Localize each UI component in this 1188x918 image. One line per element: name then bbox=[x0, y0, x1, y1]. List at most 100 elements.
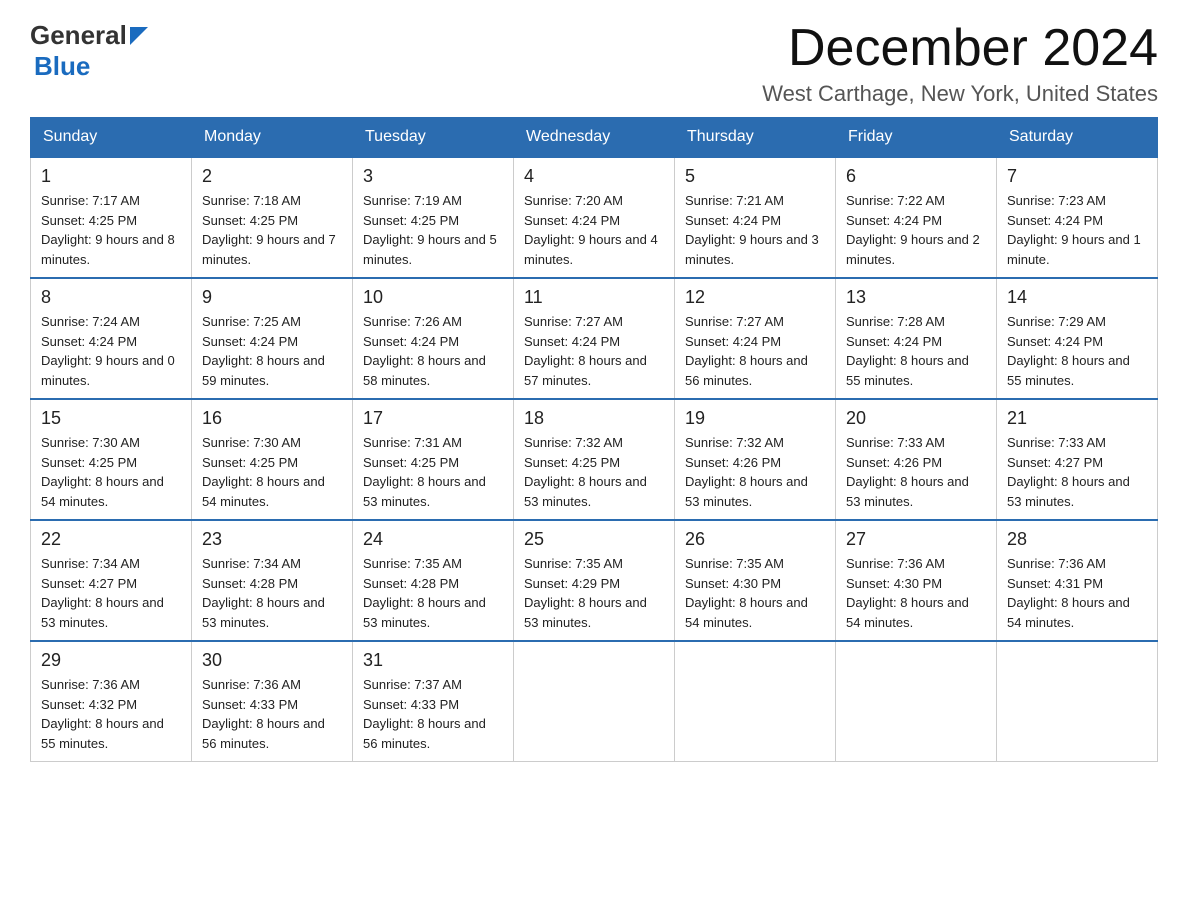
day-number: 5 bbox=[685, 166, 825, 187]
calendar-cell: 16 Sunrise: 7:30 AM Sunset: 4:25 PM Dayl… bbox=[192, 399, 353, 520]
calendar-cell: 22 Sunrise: 7:34 AM Sunset: 4:27 PM Dayl… bbox=[31, 520, 192, 641]
daylight-label: Daylight: 8 hours and 53 minutes. bbox=[1007, 474, 1130, 509]
sunrise-label: Sunrise: 7:26 AM bbox=[363, 314, 462, 329]
sunrise-label: Sunrise: 7:36 AM bbox=[846, 556, 945, 571]
day-info: Sunrise: 7:34 AM Sunset: 4:27 PM Dayligh… bbox=[41, 554, 181, 632]
calendar-cell: 19 Sunrise: 7:32 AM Sunset: 4:26 PM Dayl… bbox=[675, 399, 836, 520]
calendar-cell: 4 Sunrise: 7:20 AM Sunset: 4:24 PM Dayli… bbox=[514, 157, 675, 278]
sunrise-label: Sunrise: 7:25 AM bbox=[202, 314, 301, 329]
day-number: 15 bbox=[41, 408, 181, 429]
calendar-cell: 9 Sunrise: 7:25 AM Sunset: 4:24 PM Dayli… bbox=[192, 278, 353, 399]
logo-arrow-icon bbox=[130, 27, 148, 45]
sunset-label: Sunset: 4:24 PM bbox=[685, 334, 781, 349]
day-number: 17 bbox=[363, 408, 503, 429]
sunset-label: Sunset: 4:25 PM bbox=[41, 213, 137, 228]
daylight-label: Daylight: 8 hours and 53 minutes. bbox=[363, 595, 486, 630]
logo-blue-text: Blue bbox=[34, 51, 90, 82]
daylight-label: Daylight: 8 hours and 53 minutes. bbox=[41, 595, 164, 630]
calendar-cell: 27 Sunrise: 7:36 AM Sunset: 4:30 PM Dayl… bbox=[836, 520, 997, 641]
day-number: 28 bbox=[1007, 529, 1147, 550]
day-info: Sunrise: 7:29 AM Sunset: 4:24 PM Dayligh… bbox=[1007, 312, 1147, 390]
sunrise-label: Sunrise: 7:33 AM bbox=[846, 435, 945, 450]
day-info: Sunrise: 7:36 AM Sunset: 4:31 PM Dayligh… bbox=[1007, 554, 1147, 632]
calendar-week-row: 22 Sunrise: 7:34 AM Sunset: 4:27 PM Dayl… bbox=[31, 520, 1158, 641]
day-number: 24 bbox=[363, 529, 503, 550]
page-subtitle: West Carthage, New York, United States bbox=[762, 81, 1158, 107]
day-number: 19 bbox=[685, 408, 825, 429]
daylight-label: Daylight: 8 hours and 54 minutes. bbox=[41, 474, 164, 509]
sunset-label: Sunset: 4:28 PM bbox=[202, 576, 298, 591]
sunrise-label: Sunrise: 7:36 AM bbox=[41, 677, 140, 692]
daylight-label: Daylight: 8 hours and 56 minutes. bbox=[685, 353, 808, 388]
sunrise-label: Sunrise: 7:27 AM bbox=[685, 314, 784, 329]
calendar-table: SundayMondayTuesdayWednesdayThursdayFrid… bbox=[30, 117, 1158, 762]
sunset-label: Sunset: 4:24 PM bbox=[202, 334, 298, 349]
sunrise-label: Sunrise: 7:19 AM bbox=[363, 193, 462, 208]
calendar-cell: 31 Sunrise: 7:37 AM Sunset: 4:33 PM Dayl… bbox=[353, 641, 514, 762]
day-number: 7 bbox=[1007, 166, 1147, 187]
calendar-cell: 29 Sunrise: 7:36 AM Sunset: 4:32 PM Dayl… bbox=[31, 641, 192, 762]
daylight-label: Daylight: 9 hours and 0 minutes. bbox=[41, 353, 175, 388]
day-number: 31 bbox=[363, 650, 503, 671]
day-info: Sunrise: 7:37 AM Sunset: 4:33 PM Dayligh… bbox=[363, 675, 503, 753]
logo: General Blue bbox=[30, 20, 148, 82]
calendar-cell bbox=[675, 641, 836, 762]
sunrise-label: Sunrise: 7:33 AM bbox=[1007, 435, 1106, 450]
daylight-label: Daylight: 8 hours and 59 minutes. bbox=[202, 353, 325, 388]
sunset-label: Sunset: 4:24 PM bbox=[524, 334, 620, 349]
daylight-label: Daylight: 9 hours and 3 minutes. bbox=[685, 232, 819, 267]
day-info: Sunrise: 7:18 AM Sunset: 4:25 PM Dayligh… bbox=[202, 191, 342, 269]
day-number: 12 bbox=[685, 287, 825, 308]
day-number: 21 bbox=[1007, 408, 1147, 429]
day-number: 3 bbox=[363, 166, 503, 187]
calendar-cell bbox=[514, 641, 675, 762]
day-info: Sunrise: 7:30 AM Sunset: 4:25 PM Dayligh… bbox=[202, 433, 342, 511]
sunrise-label: Sunrise: 7:32 AM bbox=[685, 435, 784, 450]
day-info: Sunrise: 7:22 AM Sunset: 4:24 PM Dayligh… bbox=[846, 191, 986, 269]
daylight-label: Daylight: 8 hours and 53 minutes. bbox=[524, 595, 647, 630]
sunset-label: Sunset: 4:24 PM bbox=[846, 334, 942, 349]
calendar-cell: 12 Sunrise: 7:27 AM Sunset: 4:24 PM Dayl… bbox=[675, 278, 836, 399]
day-info: Sunrise: 7:25 AM Sunset: 4:24 PM Dayligh… bbox=[202, 312, 342, 390]
day-number: 2 bbox=[202, 166, 342, 187]
day-info: Sunrise: 7:30 AM Sunset: 4:25 PM Dayligh… bbox=[41, 433, 181, 511]
daylight-label: Daylight: 8 hours and 56 minutes. bbox=[202, 716, 325, 751]
sunrise-label: Sunrise: 7:20 AM bbox=[524, 193, 623, 208]
daylight-label: Daylight: 8 hours and 53 minutes. bbox=[685, 474, 808, 509]
daylight-label: Daylight: 9 hours and 1 minute. bbox=[1007, 232, 1141, 267]
sunrise-label: Sunrise: 7:34 AM bbox=[202, 556, 301, 571]
day-number: 9 bbox=[202, 287, 342, 308]
daylight-label: Daylight: 8 hours and 54 minutes. bbox=[202, 474, 325, 509]
daylight-label: Daylight: 8 hours and 55 minutes. bbox=[846, 353, 969, 388]
page-header: General Blue December 2024 West Carthage… bbox=[30, 20, 1158, 107]
calendar-cell: 25 Sunrise: 7:35 AM Sunset: 4:29 PM Dayl… bbox=[514, 520, 675, 641]
sunset-label: Sunset: 4:24 PM bbox=[1007, 213, 1103, 228]
sunrise-label: Sunrise: 7:30 AM bbox=[41, 435, 140, 450]
weekday-header-tuesday: Tuesday bbox=[353, 118, 514, 158]
daylight-label: Daylight: 8 hours and 54 minutes. bbox=[1007, 595, 1130, 630]
daylight-label: Daylight: 8 hours and 55 minutes. bbox=[1007, 353, 1130, 388]
daylight-label: Daylight: 9 hours and 8 minutes. bbox=[41, 232, 175, 267]
title-section: December 2024 West Carthage, New York, U… bbox=[762, 20, 1158, 107]
calendar-cell: 28 Sunrise: 7:36 AM Sunset: 4:31 PM Dayl… bbox=[997, 520, 1158, 641]
sunrise-label: Sunrise: 7:29 AM bbox=[1007, 314, 1106, 329]
sunset-label: Sunset: 4:25 PM bbox=[524, 455, 620, 470]
daylight-label: Daylight: 9 hours and 2 minutes. bbox=[846, 232, 980, 267]
weekday-header-wednesday: Wednesday bbox=[514, 118, 675, 158]
day-info: Sunrise: 7:36 AM Sunset: 4:32 PM Dayligh… bbox=[41, 675, 181, 753]
calendar-cell: 18 Sunrise: 7:32 AM Sunset: 4:25 PM Dayl… bbox=[514, 399, 675, 520]
sunrise-label: Sunrise: 7:30 AM bbox=[202, 435, 301, 450]
calendar-week-row: 15 Sunrise: 7:30 AM Sunset: 4:25 PM Dayl… bbox=[31, 399, 1158, 520]
daylight-label: Daylight: 8 hours and 58 minutes. bbox=[363, 353, 486, 388]
day-number: 11 bbox=[524, 287, 664, 308]
daylight-label: Daylight: 8 hours and 54 minutes. bbox=[846, 595, 969, 630]
sunrise-label: Sunrise: 7:22 AM bbox=[846, 193, 945, 208]
daylight-label: Daylight: 8 hours and 56 minutes. bbox=[363, 716, 486, 751]
sunset-label: Sunset: 4:24 PM bbox=[1007, 334, 1103, 349]
day-info: Sunrise: 7:21 AM Sunset: 4:24 PM Dayligh… bbox=[685, 191, 825, 269]
sunrise-label: Sunrise: 7:35 AM bbox=[363, 556, 462, 571]
day-info: Sunrise: 7:27 AM Sunset: 4:24 PM Dayligh… bbox=[524, 312, 664, 390]
calendar-cell: 7 Sunrise: 7:23 AM Sunset: 4:24 PM Dayli… bbox=[997, 157, 1158, 278]
calendar-cell: 20 Sunrise: 7:33 AM Sunset: 4:26 PM Dayl… bbox=[836, 399, 997, 520]
sunrise-label: Sunrise: 7:21 AM bbox=[685, 193, 784, 208]
